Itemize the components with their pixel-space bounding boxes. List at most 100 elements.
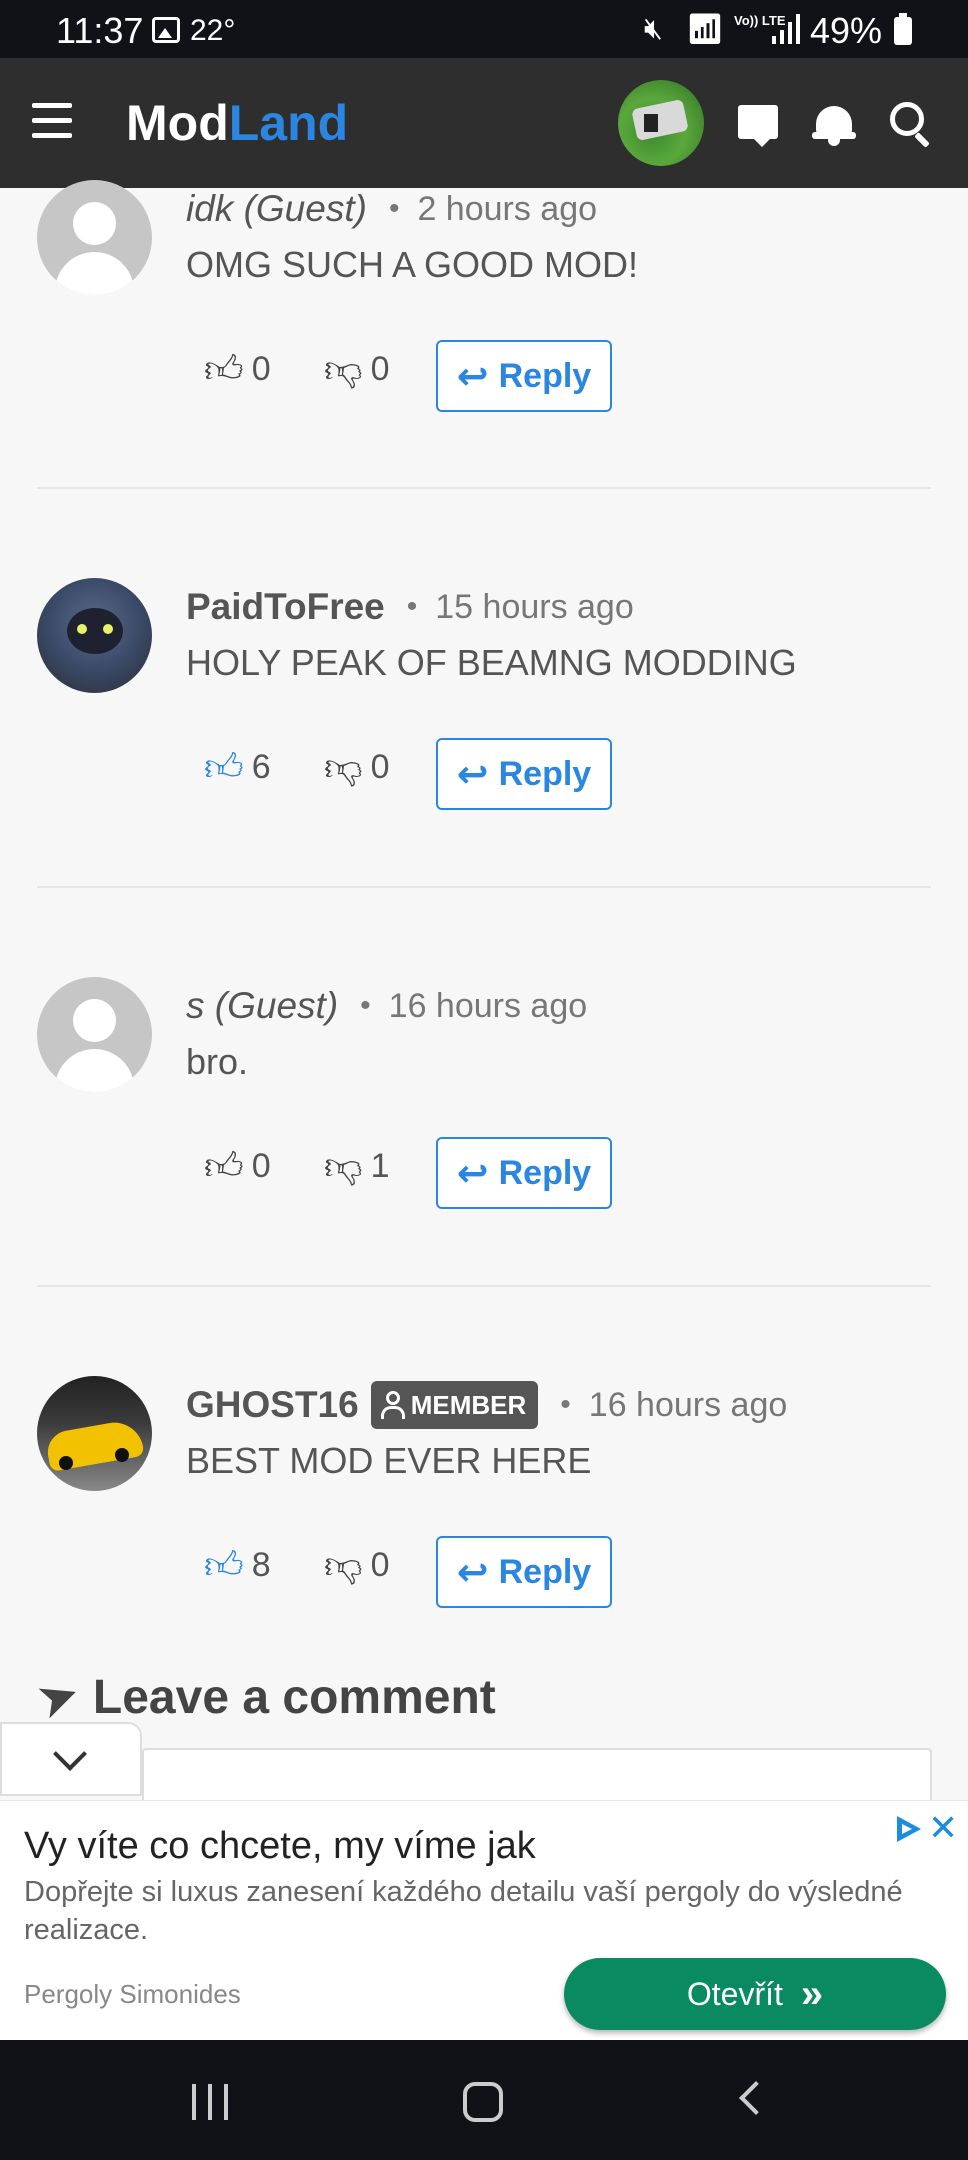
comment-text: BEST MOD EVER HERE <box>186 1440 592 1481</box>
ad-title[interactable]: Vy víte co chcete, my víme jak <box>24 1825 536 1868</box>
thumbs-down-icon: 👎︎ <box>324 1145 363 1188</box>
member-badge: MEMBER <box>370 1381 539 1429</box>
comment-author: s (Guest) <box>186 985 339 1026</box>
reply-label: Reply <box>498 1552 592 1591</box>
comment: PaidToFree • 15 hours ago HOLY PEAK OF B… <box>0 566 968 966</box>
battery-icon <box>894 13 912 45</box>
clock: 11:37 <box>56 10 144 51</box>
logo-part-land: Land <box>228 95 349 151</box>
reply-button[interactable]: ↩ Reply <box>436 340 612 412</box>
reply-button[interactable]: ↩ Reply <box>436 738 612 810</box>
thumbs-down-icon: 👎︎ <box>324 348 363 391</box>
leave-comment-heading: ➤ Leave a comment <box>29 1664 496 1731</box>
comment: idk (Guest) • 2 hours ago OMG SUCH A GOO… <box>0 168 968 568</box>
ad-open-button[interactable]: Otevřít » <box>564 1958 946 2030</box>
comment-meta: PaidToFree • 15 hours ago <box>186 582 634 632</box>
user-avatar-paidtofree[interactable] <box>37 578 152 693</box>
comment-meta: GHOST16 MEMBER • 16 hours ago <box>186 1380 787 1430</box>
dislike-button[interactable]: 👎︎ 0 <box>324 1546 390 1585</box>
like-button[interactable]: 👍︎ 0 <box>204 1147 271 1186</box>
home-button[interactable] <box>463 2082 503 2122</box>
reply-label: Reply <box>498 754 592 793</box>
user-avatar-ghost16[interactable] <box>37 1376 152 1491</box>
battery-percent: 49% <box>810 10 883 51</box>
comment-author[interactable]: GHOST16 <box>186 1384 359 1426</box>
separator-dot: • <box>360 989 371 1022</box>
reply-arrow-icon: ↩ <box>456 1152 489 1195</box>
dislike-button[interactable]: 👎︎ 0 <box>324 748 390 787</box>
site-logo[interactable]: ModLand <box>126 94 348 152</box>
thumbs-up-icon: 👍︎ <box>204 1544 244 1587</box>
like-count: 8 <box>251 1546 271 1584</box>
comment-divider <box>37 886 931 888</box>
reply-label: Reply <box>498 356 592 395</box>
like-count: 6 <box>251 748 271 786</box>
thumbs-up-icon: 👍︎ <box>204 1145 244 1188</box>
comment-text: HOLY PEAK OF BEAMNG MODDING <box>186 642 797 683</box>
separator-dot: • <box>560 1388 571 1421</box>
dislike-button[interactable]: 👎︎ 1 <box>324 1147 390 1186</box>
status-bar: 11:37 22° 🔇︎ 📶︎ Vo)) LTE 49% <box>0 0 968 58</box>
separator-dot: • <box>406 590 418 623</box>
collapse-toggle[interactable] <box>0 1722 142 1796</box>
comment-textarea[interactable] <box>142 1748 932 1808</box>
back-button[interactable] <box>739 2081 773 2115</box>
comment-divider <box>37 1285 931 1287</box>
dislike-count: 0 <box>370 350 390 388</box>
dislike-count: 0 <box>370 1546 390 1584</box>
user-icon <box>380 1391 405 1419</box>
comment-meta: s (Guest) • 16 hours ago <box>186 981 587 1031</box>
user-avatar[interactable] <box>618 80 704 166</box>
like-button[interactable]: 👍︎ 0 <box>204 350 271 389</box>
thumbs-down-icon: 👎︎ <box>324 1544 363 1587</box>
ad-description: Dopřejte si luxus zanesení každého detai… <box>24 1876 903 1946</box>
reply-label: Reply <box>498 1153 592 1192</box>
comment: s (Guest) • 16 hours ago bro. 👍︎ 0 👎︎ 1 … <box>0 965 968 1365</box>
like-count: 0 <box>251 1147 271 1185</box>
guest-avatar <box>37 180 152 295</box>
comment-author: idk (Guest) <box>186 188 367 229</box>
comment-text: OMG SUCH A GOOD MOD! <box>186 244 639 285</box>
dislike-count: 1 <box>370 1147 390 1185</box>
ad-brand: Pergoly Simonides <box>24 1979 241 2009</box>
notifications-icon[interactable] <box>812 102 856 146</box>
comment-author[interactable]: PaidToFree <box>186 586 385 628</box>
badge-label: MEMBER <box>410 1389 527 1420</box>
adchoices-icon[interactable] <box>892 1813 922 1843</box>
signal-icon <box>772 14 800 44</box>
separator-dot: • <box>388 192 400 225</box>
guest-avatar <box>37 977 152 1092</box>
dislike-count: 0 <box>370 748 390 786</box>
recent-apps-button[interactable] <box>192 2084 232 2120</box>
menu-icon[interactable] <box>32 103 72 139</box>
double-chevron-right-icon: » <box>800 1971 824 2016</box>
reply-arrow-icon: ↩ <box>456 1551 489 1594</box>
comment-divider <box>37 487 931 489</box>
wifi-icon: 📶︎ <box>686 13 725 46</box>
dislike-button[interactable]: 👎︎ 0 <box>324 350 390 389</box>
logo-part-mod: Mod <box>126 95 229 151</box>
reply-button[interactable]: ↩ Reply <box>436 1536 612 1608</box>
mute-icon: 🔇︎ <box>644 12 663 45</box>
leave-comment-label: Leave a comment <box>92 1670 496 1724</box>
search-icon[interactable] <box>890 102 934 148</box>
comment-text: bro. <box>186 1041 249 1082</box>
ad-banner[interactable]: Vy víte co chcete, my víme jak Dopřejte … <box>0 1800 968 2040</box>
thumbs-up-icon: 👍︎ <box>204 746 244 789</box>
gallery-notification-icon <box>152 17 180 43</box>
comment-time: 2 hours ago <box>417 189 598 228</box>
like-button[interactable]: 👍︎ 6 <box>204 748 271 787</box>
comment-time: 16 hours ago <box>588 1385 788 1424</box>
thumbs-down-icon: 👎︎ <box>324 746 363 789</box>
thumbs-up-icon: 👍︎ <box>204 348 244 391</box>
comment-time: 15 hours ago <box>435 587 634 626</box>
reply-arrow-icon: ↩ <box>456 753 489 796</box>
close-icon[interactable]: ✕ <box>928 1807 958 1849</box>
messages-icon[interactable] <box>738 105 778 147</box>
reply-button[interactable]: ↩ Reply <box>436 1137 612 1209</box>
system-nav-bar <box>0 2040 968 2160</box>
comment-time: 16 hours ago <box>388 986 588 1025</box>
like-button[interactable]: 👍︎ 8 <box>204 1546 271 1585</box>
ad-cta-label: Otevřít <box>686 1975 783 2012</box>
reply-arrow-icon: ↩ <box>456 355 489 398</box>
